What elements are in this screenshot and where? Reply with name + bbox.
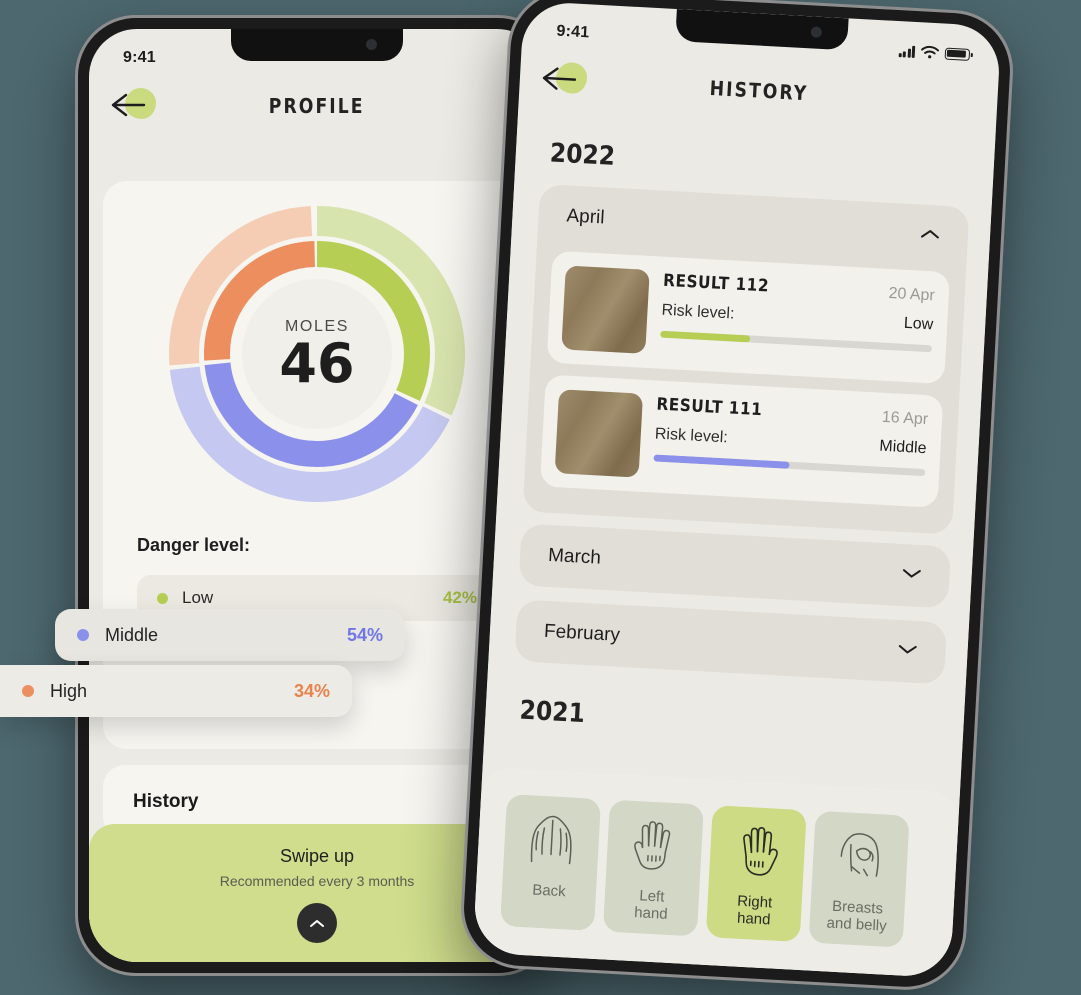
back-button[interactable] [541, 59, 589, 101]
scene: 9:41 PROFILE MOLES 46 Danger level: Low … [0, 0, 1081, 995]
body-part-tabbar: Back Left hand Right hand Breasts and be… [472, 766, 960, 979]
wifi-icon [921, 45, 940, 58]
page-title: HISTORY [708, 75, 809, 106]
month-label-february: February [543, 620, 621, 646]
result-details: RESULT 111 16 Apr Risk level: Middle [652, 395, 929, 494]
left-app-header: PROFILE [89, 75, 545, 137]
history-label: History [133, 791, 199, 812]
danger-row-middle[interactable]: Middle 54% [55, 609, 405, 661]
result-header: RESULT 111 16 Apr [656, 395, 929, 430]
result-date: 16 Apr [881, 408, 929, 429]
result-name: RESULT 112 [662, 270, 770, 297]
stats-card: MOLES 46 Danger level: Low 42% [103, 181, 531, 749]
chevron-down-icon [901, 566, 922, 585]
swipe-up-title: Swipe up [279, 846, 355, 866]
danger-row-high-label: High [50, 680, 88, 701]
legend-dot-low [157, 592, 168, 604]
result-card[interactable]: RESULT 111 16 Apr Risk level: Middle [539, 374, 944, 508]
result-thumbnail [561, 265, 650, 354]
swipe-up-subtitle: Recommended every 3 months [219, 873, 415, 889]
risk-level-value: Middle [878, 437, 927, 458]
danger-row-middle-percent: 54% [346, 624, 383, 645]
risk-progress-bar [660, 330, 933, 353]
battery-icon [944, 47, 971, 61]
moles-donut-chart: MOLES 46 [162, 199, 472, 509]
right-phone-device: 9:41 HISTORY 2022 April RESULT 112 20 Ap… [461, 0, 1013, 990]
risk-progress-bar [653, 454, 926, 477]
page-title: PROFILE [269, 94, 365, 118]
chevron-down-icon [897, 642, 918, 661]
front-camera-icon [366, 39, 377, 50]
front-camera-icon [810, 26, 823, 38]
result-risk-row: Risk level: Low [661, 302, 934, 335]
tab-left-hand-label: Left hand [633, 887, 669, 924]
status-icons [898, 44, 971, 61]
legend-dot-middle [77, 629, 89, 641]
tab-back[interactable]: Back [500, 794, 602, 931]
month-label-march: March [547, 544, 602, 569]
risk-progress-fill [660, 330, 751, 343]
month-section-april: April RESULT 112 20 Apr Risk level: Low … [522, 183, 970, 535]
tab-breasts-and-belly-label: Breasts and belly [826, 897, 888, 935]
legend-dot-high [22, 685, 34, 697]
chevron-up-icon [920, 227, 941, 246]
result-name: RESULT 111 [655, 394, 763, 421]
danger-row-high-percent: 34% [293, 680, 330, 701]
result-header: RESULT 112 20 Apr [663, 271, 936, 306]
year-heading-2022: 2022 [549, 138, 616, 172]
month-section-february: February [514, 599, 948, 685]
back-body-icon [530, 815, 572, 865]
risk-progress-fill [653, 454, 790, 469]
notch [231, 29, 403, 61]
risk-level-label: Risk level: [654, 425, 729, 447]
risk-level-value: Low [903, 314, 934, 334]
donut-center-value: 46 [279, 332, 355, 396]
donut-center: MOLES 46 [242, 279, 392, 429]
result-thumbnail [554, 389, 644, 478]
danger-level-heading: Danger level: [137, 535, 251, 555]
tab-right-hand[interactable]: Right hand [705, 805, 807, 943]
tab-back-label: Back [531, 881, 567, 901]
result-details: RESULT 112 20 Apr Risk level: Low [659, 271, 935, 370]
tab-right-hand-label: Right hand [736, 892, 773, 929]
status-time: 9:41 [556, 22, 590, 42]
cellular-icon [898, 45, 916, 58]
tab-left-hand[interactable]: Left hand [602, 799, 704, 937]
back-button[interactable] [111, 86, 157, 126]
risk-level-label: Risk level: [661, 301, 735, 323]
arrow-left-icon [542, 67, 577, 90]
right-phone-screen: 9:41 HISTORY 2022 April RESULT 112 20 Ap… [472, 0, 1002, 979]
result-risk-row: Risk level: Middle [654, 425, 927, 458]
torso-icon [840, 833, 879, 877]
danger-row-middle-label: Middle [105, 624, 159, 645]
month-header-march[interactable]: March [518, 523, 951, 608]
month-header-february[interactable]: February [514, 599, 947, 684]
result-date: 20 Apr [888, 284, 936, 305]
right-hand-icon [743, 827, 778, 876]
chevron-up-icon [310, 919, 324, 927]
arrow-left-icon [111, 93, 146, 117]
left-hand-icon [634, 821, 671, 870]
danger-row-low-label: Low [182, 588, 214, 607]
result-card[interactable]: RESULT 112 20 Apr Risk level: Low [546, 250, 951, 385]
year-heading-2021: 2021 [518, 695, 586, 730]
danger-row-high[interactable]: High 34% [0, 665, 352, 717]
right-phone-content: 2022 April RESULT 112 20 Apr Risk level:… [472, 104, 996, 979]
swipe-up-fab-button[interactable] [297, 903, 337, 943]
danger-row-low-percent: 42% [442, 588, 477, 607]
month-label-april: April [565, 205, 606, 229]
status-time: 9:41 [123, 49, 156, 66]
tab-breasts-and-belly[interactable]: Breasts and belly [808, 810, 910, 948]
month-section-march: March [518, 523, 952, 609]
